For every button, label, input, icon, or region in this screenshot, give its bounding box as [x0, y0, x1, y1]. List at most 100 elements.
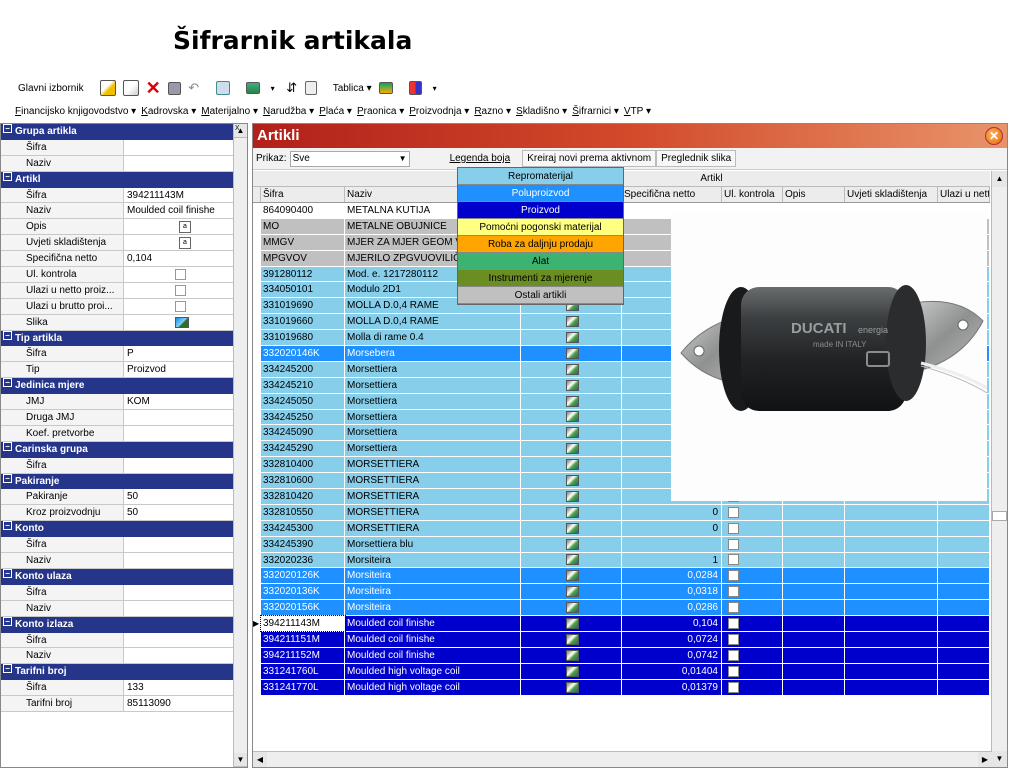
image-icon[interactable]	[566, 649, 579, 661]
cell-uvjeti-skladistenja[interactable]	[845, 584, 938, 600]
image-icon[interactable]	[566, 411, 579, 423]
collapse-icon[interactable]: −	[3, 473, 12, 483]
cell-sifra[interactable]: 334245090	[261, 425, 345, 441]
cell-sifra[interactable]: 332810600	[261, 473, 345, 489]
cell-specificna-netto[interactable]: 0,0742	[622, 647, 722, 663]
checkbox[interactable]	[728, 681, 739, 693]
property-value[interactable]: Moulded coil finishe	[124, 203, 234, 218]
cell-uvjeti-skladistenja[interactable]	[845, 632, 938, 647]
cell-uvjeti-skladistenja[interactable]	[845, 520, 938, 536]
cell-ulazi-u-netto[interactable]	[938, 584, 990, 600]
kreiraj-novi-button[interactable]: Kreiraj novi prema aktivnom	[522, 150, 657, 167]
property-row[interactable]: Naziv	[1, 155, 234, 172]
cell-specificna-netto[interactable]: 0,01404	[622, 663, 722, 679]
checkbox[interactable]	[728, 649, 739, 661]
column-header[interactable]: Uvjeti skladištenja	[845, 187, 938, 202]
checkbox[interactable]	[728, 570, 739, 582]
memo-icon[interactable]: a	[179, 220, 191, 233]
property-row[interactable]: Druga JMJ	[1, 410, 234, 426]
image-icon[interactable]	[566, 316, 579, 328]
cell-specificna-netto[interactable]: 0,0286	[622, 600, 722, 616]
checkbox[interactable]	[728, 538, 739, 550]
cell-naziv[interactable]: Morsettiera blu	[345, 536, 521, 552]
grid-vertical-scrollbar[interactable]: ▲ ▼	[991, 171, 1007, 767]
cell-slika[interactable]	[521, 425, 622, 441]
filter-icon[interactable]	[376, 78, 396, 98]
cell-naziv[interactable]: Moulded coil finishe	[345, 616, 521, 632]
cell-sifra[interactable]: 332810400	[261, 457, 345, 473]
collapse-icon[interactable]: −	[3, 568, 12, 578]
image-icon[interactable]	[566, 538, 579, 550]
cell-uvjeti-skladistenja[interactable]	[845, 536, 938, 552]
panel-close-icon[interactable]: x	[235, 122, 240, 132]
cell-opis[interactable]	[783, 632, 845, 647]
cell-slika[interactable]	[521, 409, 622, 425]
checkbox[interactable]	[175, 300, 186, 312]
image-icon[interactable]	[566, 665, 579, 677]
cell-naziv[interactable]: Morsiteira	[345, 568, 521, 584]
category-row[interactable]: − Konto	[1, 521, 234, 538]
image-icon[interactable]	[566, 459, 579, 471]
checkbox[interactable]	[728, 522, 739, 534]
cell-specificna-netto[interactable]: 0,0724	[622, 632, 722, 647]
menu-item[interactable]: Razno ▾	[474, 106, 511, 117]
memo-icon[interactable]: a	[179, 236, 191, 249]
property-value[interactable]	[124, 267, 234, 282]
cell-sifra[interactable]: MMGV	[261, 234, 345, 250]
checkbox[interactable]	[728, 618, 739, 630]
property-value[interactable]	[124, 585, 234, 600]
cell-naziv[interactable]: Moulded coil finishe	[345, 632, 521, 647]
cell-opis[interactable]	[783, 504, 845, 520]
cell-slika[interactable]	[521, 679, 622, 695]
cell-sifra[interactable]: MO	[261, 218, 345, 234]
cell-ul-kontrola[interactable]	[722, 600, 783, 616]
cell-uvjeti-skladistenja[interactable]	[845, 504, 938, 520]
property-value[interactable]	[124, 283, 234, 298]
property-value[interactable]	[124, 648, 234, 663]
cell-uvjeti-skladistenja[interactable]	[845, 600, 938, 616]
property-value[interactable]	[124, 458, 234, 473]
checkbox[interactable]	[175, 284, 186, 296]
property-row[interactable]: Naziv	[1, 600, 234, 617]
cell-uvjeti-skladistenja[interactable]	[845, 616, 938, 632]
cell-opis[interactable]	[783, 647, 845, 663]
legenda-boja-button[interactable]: Legenda boja	[446, 151, 515, 166]
property-row[interactable]: Šifra	[1, 584, 234, 601]
undo-icon[interactable]: ↶	[185, 78, 203, 98]
cell-naziv[interactable]: Moulded high voltage coil	[345, 679, 521, 695]
scroll-thumb[interactable]	[992, 511, 1007, 521]
cell-ul-kontrola[interactable]	[722, 616, 783, 632]
cell-slika[interactable]	[521, 616, 622, 632]
property-row[interactable]: Šifra	[1, 537, 234, 554]
cell-sifra[interactable]: 334245210	[261, 377, 345, 393]
table-row[interactable]: 332810550 MORSETTIERA 0	[253, 504, 990, 521]
property-value[interactable]	[124, 156, 234, 171]
cell-slika[interactable]	[521, 647, 622, 663]
checkbox[interactable]	[728, 506, 739, 518]
image-icon[interactable]	[566, 443, 579, 455]
property-value[interactable]: 394211143M	[124, 188, 234, 203]
cell-slika[interactable]	[521, 346, 622, 361]
column-header[interactable]: Šifra	[261, 187, 345, 202]
cell-ul-kontrola[interactable]	[722, 584, 783, 600]
collapse-icon[interactable]: −	[3, 616, 12, 626]
cell-ulazi-u-netto[interactable]	[938, 632, 990, 647]
property-row[interactable]: Slika	[1, 314, 234, 331]
image-icon[interactable]	[566, 347, 579, 359]
property-value[interactable]: 50	[124, 489, 234, 504]
cell-slika[interactable]	[521, 504, 622, 520]
cell-sifra[interactable]: 394211151M	[261, 632, 345, 647]
cell-sifra[interactable]: 332810420	[261, 489, 345, 504]
cell-sifra[interactable]: 334245390	[261, 536, 345, 552]
property-value[interactable]	[124, 537, 234, 552]
menu-item[interactable]: Skladišno ▾	[516, 106, 567, 117]
category-row[interactable]: − Carinska grupa	[1, 441, 234, 458]
sort-icon[interactable]: ⇵	[283, 78, 301, 98]
image-icon[interactable]	[566, 475, 579, 486]
scroll-up-icon[interactable]: ▲	[992, 171, 1007, 187]
property-row[interactable]: Šifra 133	[1, 680, 234, 697]
collapse-icon[interactable]: −	[3, 664, 12, 674]
property-value[interactable]	[124, 601, 234, 616]
tablica-dropdown[interactable]: Tablica ▾	[330, 78, 375, 98]
cell-slika[interactable]	[521, 457, 622, 473]
